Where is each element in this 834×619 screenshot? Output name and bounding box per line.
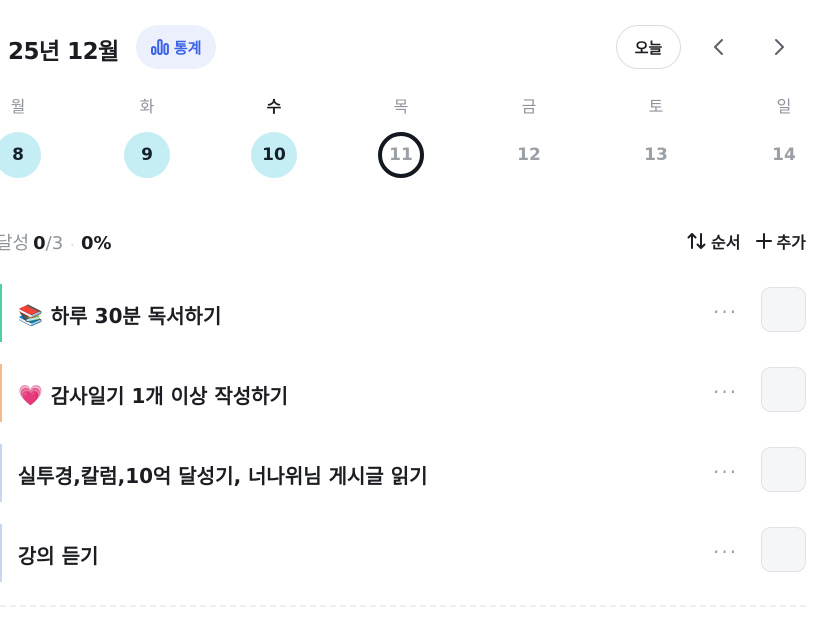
habit-row[interactable]: 📚 하루 30분 독서하기 ··· (0, 284, 834, 342)
achieved-count: 0 (33, 233, 46, 254)
add-label: 추가 (776, 233, 806, 252)
weekday-sat: 토 (648, 97, 664, 116)
date-cell-today[interactable]: 11 (378, 132, 424, 178)
more-options-icon[interactable]: ··· (713, 540, 738, 564)
separator-dot: · (70, 238, 75, 252)
heart-icon: 💗 (18, 382, 43, 407)
today-button[interactable]: 오늘 (616, 25, 681, 69)
weekday-mon: 월 (10, 97, 26, 116)
sort-button[interactable]: 순서 (687, 229, 741, 253)
chevron-right-icon (775, 39, 784, 55)
weekday-thu: 목 (393, 97, 409, 116)
sort-arrows-icon (687, 233, 706, 249)
chevron-left-icon (714, 39, 723, 55)
weekday-tue: 화 (139, 97, 155, 116)
habit-accent-bar (0, 284, 2, 342)
list-divider (0, 605, 806, 607)
more-options-icon[interactable]: ··· (713, 460, 738, 484)
habit-title-text: 강의 듣기 (18, 544, 99, 568)
sort-label: 순서 (711, 233, 741, 252)
habit-row[interactable]: 💗 감사일기 1개 이상 작성하기 ··· (0, 364, 834, 422)
more-options-icon[interactable]: ··· (713, 300, 738, 324)
date-cell[interactable]: 14 (761, 132, 807, 178)
habit-accent-bar (0, 444, 2, 502)
stats-label: 통계 (174, 38, 202, 57)
prev-week-button[interactable] (697, 25, 741, 69)
achievement-label: 달성 (0, 233, 30, 254)
date-row: 8 9 10 11 12 13 14 (0, 132, 834, 178)
habit-title: 실투경,칼럼,10억 달성기, 너나위님 게시글 읽기 (18, 460, 428, 489)
habit-title-text: 실투경,칼럼,10억 달성기, 너나위님 게시글 읽기 (18, 464, 428, 488)
date-cell[interactable]: 10 (251, 132, 297, 178)
plus-icon (755, 233, 772, 249)
weekday-sun: 일 (776, 97, 792, 116)
habit-row[interactable]: 실투경,칼럼,10억 달성기, 너나위님 게시글 읽기 ··· (0, 444, 834, 502)
list-actions: 순서 추가 (687, 229, 806, 253)
weekday-row: 월 화 수 목 금 토 일 (0, 93, 834, 117)
date-cell[interactable]: 13 (633, 132, 679, 178)
habit-title-text: 감사일기 1개 이상 작성하기 (50, 384, 289, 408)
date-cell[interactable]: 12 (506, 132, 552, 178)
progress-summary: 달성 0/3 · 0% 순서 추가 (0, 229, 834, 255)
habit-accent-bar (0, 364, 2, 422)
books-icon: 📚 (18, 302, 43, 327)
achievement-summary: 달성 0/3 · 0% (0, 229, 112, 255)
add-button[interactable]: 추가 (755, 229, 806, 253)
achievement-percent: 0% (81, 233, 112, 254)
total-count: /3 (45, 233, 64, 254)
next-week-button[interactable] (757, 25, 801, 69)
weekday-wed: 수 (266, 97, 282, 116)
more-options-icon[interactable]: ··· (713, 380, 738, 404)
habit-checkbox[interactable] (761, 527, 806, 572)
date-cell[interactable]: 9 (124, 132, 170, 178)
habit-accent-bar (0, 524, 2, 582)
month-title: 25년 12월 (8, 39, 119, 65)
habit-title-text: 하루 30분 독서하기 (50, 304, 222, 328)
weekday-fri: 금 (521, 97, 537, 116)
bar-chart-icon (151, 39, 169, 55)
stats-button[interactable]: 통계 (136, 25, 216, 69)
habit-checkbox[interactable] (761, 447, 806, 492)
habit-title: 💗 감사일기 1개 이상 작성하기 (18, 380, 288, 409)
habit-checkbox[interactable] (761, 367, 806, 412)
habit-title: 📚 하루 30분 독서하기 (18, 300, 221, 329)
habit-row[interactable]: 강의 듣기 ··· (0, 524, 834, 582)
habit-title: 강의 듣기 (18, 540, 99, 569)
calendar-header: 25년 12월 통계 오늘 (0, 22, 834, 74)
habit-checkbox[interactable] (761, 287, 806, 332)
date-cell[interactable]: 8 (0, 132, 41, 178)
